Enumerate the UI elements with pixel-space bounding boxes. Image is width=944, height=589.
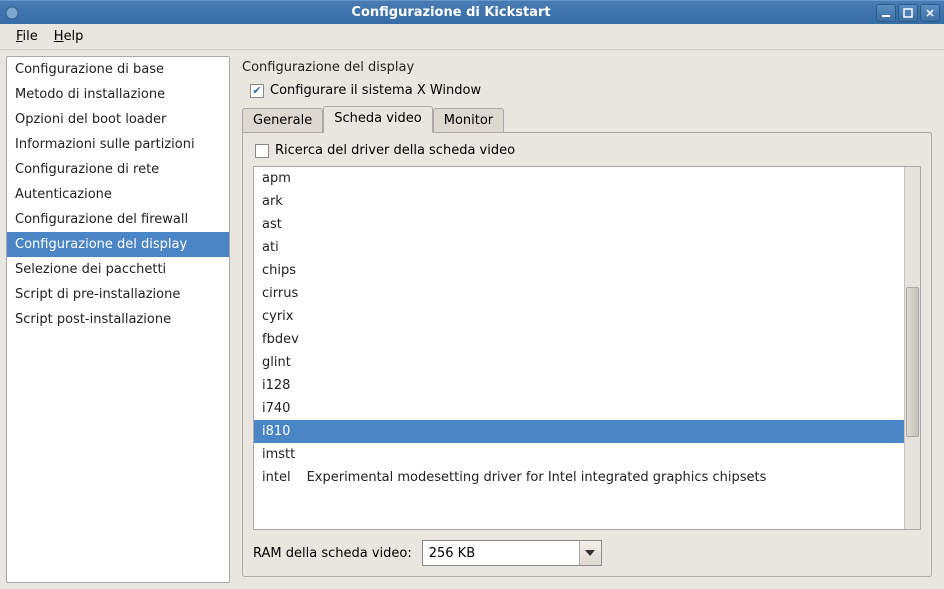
list-item[interactable]: imstt bbox=[254, 443, 904, 466]
configure-x-checkbox[interactable]: ✔ bbox=[250, 84, 264, 98]
panel-title: Configurazione del display bbox=[236, 56, 938, 83]
tab[interactable]: Monitor bbox=[433, 108, 504, 132]
sidebar-item[interactable]: Script post-installazione bbox=[7, 307, 229, 332]
window-title: Configurazione di Kickstart bbox=[26, 5, 876, 20]
sidebar-item[interactable]: Configurazione di rete bbox=[7, 157, 229, 182]
sidebar: Configurazione di baseMetodo di installa… bbox=[6, 56, 230, 583]
sidebar-item[interactable]: Configurazione del display bbox=[7, 232, 229, 257]
list-item[interactable]: cirrus bbox=[254, 282, 904, 305]
minimize-button[interactable] bbox=[876, 4, 896, 22]
list-item[interactable]: i128 bbox=[254, 374, 904, 397]
sidebar-item[interactable]: Configurazione del firewall bbox=[7, 207, 229, 232]
probe-driver-label: Ricerca del driver della scheda video bbox=[275, 143, 515, 158]
list-item[interactable]: chips bbox=[254, 259, 904, 282]
video-ram-value: 256 KB bbox=[423, 546, 579, 561]
list-item[interactable]: ati bbox=[254, 236, 904, 259]
list-item[interactable]: i740 bbox=[254, 397, 904, 420]
sidebar-item[interactable]: Configurazione di base bbox=[7, 57, 229, 82]
chevron-down-icon[interactable] bbox=[579, 541, 601, 565]
list-item[interactable]: cyrix bbox=[254, 305, 904, 328]
menubar: File Help bbox=[0, 24, 944, 50]
maximize-button[interactable] bbox=[898, 4, 918, 22]
menu-file[interactable]: File bbox=[8, 26, 46, 47]
driver-scrollbar[interactable] bbox=[904, 167, 920, 529]
tab[interactable]: Generale bbox=[242, 108, 323, 132]
list-item[interactable]: ast bbox=[254, 213, 904, 236]
configure-x-row[interactable]: ✔ Configurare il sistema X Window bbox=[236, 83, 938, 106]
menu-help[interactable]: Help bbox=[46, 26, 92, 47]
titlebar: Configurazione di Kickstart bbox=[0, 0, 944, 24]
tabbar: GeneraleScheda videoMonitor bbox=[236, 106, 938, 132]
sidebar-item[interactable]: Informazioni sulle partizioni bbox=[7, 132, 229, 157]
tab-panel-video: Ricerca del driver della scheda video ap… bbox=[242, 132, 932, 577]
video-ram-select[interactable]: 256 KB bbox=[422, 540, 602, 566]
sidebar-item[interactable]: Opzioni del boot loader bbox=[7, 107, 229, 132]
sidebar-item[interactable]: Autenticazione bbox=[7, 182, 229, 207]
probe-driver-row[interactable]: Ricerca del driver della scheda video bbox=[253, 143, 921, 158]
video-ram-label: RAM della scheda video: bbox=[253, 546, 412, 561]
sidebar-item[interactable]: Metodo di installazione bbox=[7, 82, 229, 107]
tab[interactable]: Scheda video bbox=[323, 106, 433, 133]
sidebar-item[interactable]: Selezione dei pacchetti bbox=[7, 257, 229, 282]
list-item[interactable]: glint bbox=[254, 351, 904, 374]
configure-x-label: Configurare il sistema X Window bbox=[270, 83, 481, 98]
scrollbar-thumb[interactable] bbox=[906, 287, 919, 437]
list-item[interactable]: ark bbox=[254, 190, 904, 213]
list-item[interactable]: apm bbox=[254, 167, 904, 190]
driver-list[interactable]: apmarkastatichipscirruscyrixfbdevglinti1… bbox=[253, 166, 921, 530]
list-item[interactable]: intelExperimental modesetting driver for… bbox=[254, 466, 904, 489]
probe-driver-checkbox[interactable] bbox=[255, 144, 269, 158]
app-icon bbox=[4, 5, 20, 21]
close-button[interactable] bbox=[920, 4, 940, 22]
list-item[interactable]: i810 bbox=[254, 420, 904, 443]
sidebar-item[interactable]: Script di pre-installazione bbox=[7, 282, 229, 307]
list-item[interactable]: fbdev bbox=[254, 328, 904, 351]
